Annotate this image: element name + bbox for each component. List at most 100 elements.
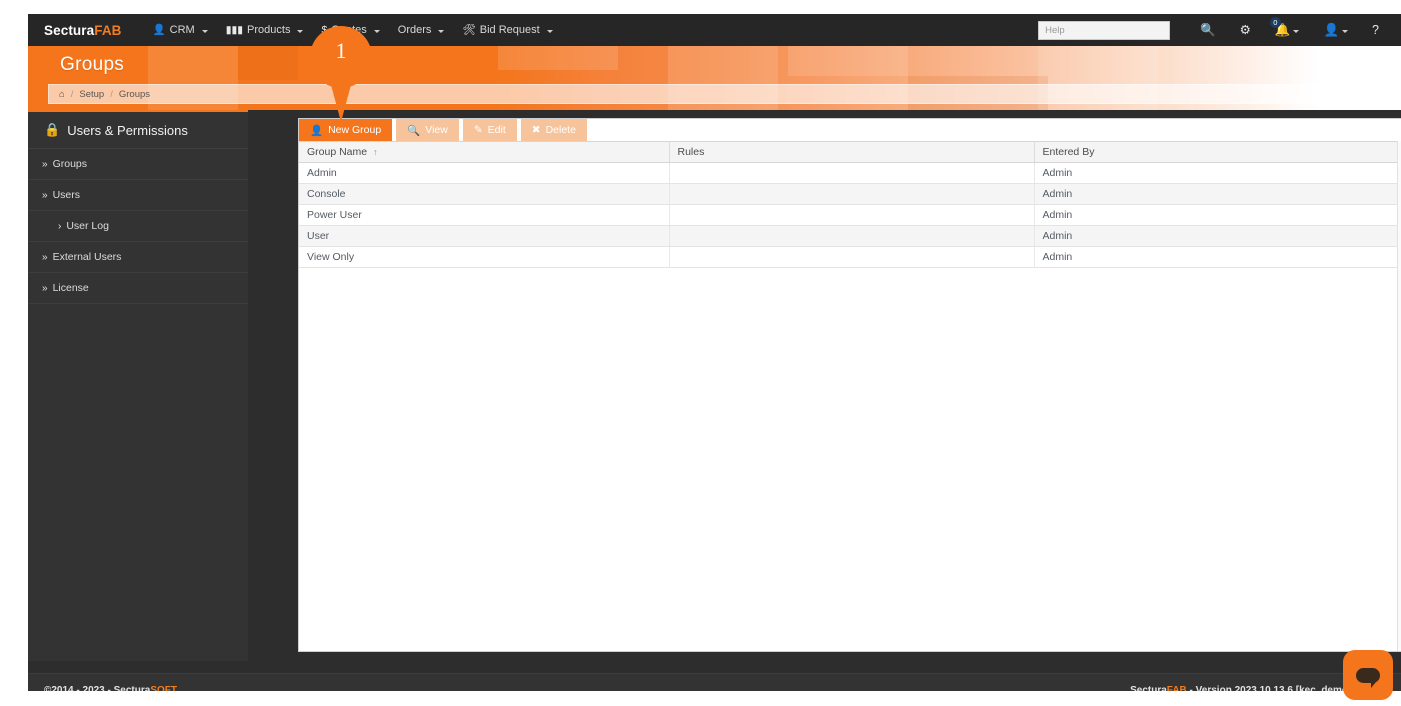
chevron-down-icon — [438, 29, 445, 33]
view-button[interactable]: 🔍 View — [396, 119, 459, 141]
copyright-accent: SOFT — [150, 685, 177, 691]
cell-entered-by: Admin — [1034, 162, 1401, 184]
top-navbar: SecturaFAB 👤 CRM ▮▮▮ Products $ Quotes O… — [28, 14, 1401, 46]
chevron-right-icon: › — [58, 220, 62, 232]
gear-icon[interactable]: ⚙ — [1228, 24, 1263, 37]
page-banner: Groups ⌂ / Setup / Groups — [28, 46, 1401, 110]
nav-item-crm[interactable]: 👤 CRM — [144, 19, 217, 41]
cell-entered-by: Admin — [1034, 225, 1401, 247]
sidebar-item-user-log[interactable]: › User Log — [28, 211, 248, 242]
nav-item-orders[interactable]: Orders — [389, 19, 454, 41]
delete-button[interactable]: ✖ Delete — [520, 119, 587, 141]
table-row[interactable]: User Admin — [299, 225, 1401, 247]
new-group-button-label: New Group — [328, 124, 382, 136]
nav-item-products[interactable]: ▮▮▮ Products — [217, 19, 313, 41]
brand-logo[interactable]: SecturaFAB — [44, 23, 122, 38]
double-chevron-right-icon: » — [42, 282, 47, 294]
chevron-down-icon — [1342, 29, 1349, 33]
chevron-down-icon — [297, 29, 304, 33]
table-header-row: Group Name ↑ Rules Entered By — [299, 141, 1401, 163]
nav-item-orders-label: Orders — [397, 24, 432, 36]
chevron-down-icon — [201, 29, 208, 33]
double-chevron-right-icon: » — [42, 251, 47, 263]
table-row[interactable]: Console Admin — [299, 183, 1401, 205]
nav-item-quotes[interactable]: $ Quotes — [312, 19, 388, 41]
breadcrumb-separator: / — [110, 88, 113, 100]
sidebar-item-license-label: License — [52, 282, 89, 294]
sidebar-item-users[interactable]: » Users — [28, 180, 248, 211]
grid-vertical-scrollbar[interactable]: ▲ ▼ — [1397, 141, 1401, 651]
cell-group-name: Power User — [299, 204, 670, 226]
table-row[interactable]: View Only Admin — [299, 246, 1401, 268]
cell-entered-by: Admin — [1034, 183, 1401, 205]
table-row[interactable]: Power User Admin — [299, 204, 1401, 226]
column-header-group-name[interactable]: Group Name ↑ — [299, 141, 670, 163]
view-button-label: View — [425, 124, 448, 136]
breadcrumb-separator: / — [70, 88, 74, 100]
sidebar-header: 🔒 Users & Permissions — [28, 112, 248, 149]
brand-prefix: Sectura — [44, 22, 95, 38]
sidebar-item-users-label: Users — [52, 189, 80, 201]
sidebar: 🔒 Users & Permissions » Groups » Users ›… — [28, 110, 248, 661]
sidebar-item-external-users[interactable]: » External Users — [28, 242, 248, 273]
sidebar-item-user-log-label: User Log — [66, 220, 109, 232]
add-user-icon: 👤 — [310, 124, 324, 137]
breadcrumb-item-setup[interactable]: Setup — [79, 89, 104, 100]
groups-grid: Group Name ↑ Rules Entered By Admin Admi… — [299, 141, 1401, 651]
page-title: Groups — [60, 54, 125, 75]
cell-group-name: Console — [299, 183, 670, 205]
sidebar-item-external-users-label: External Users — [52, 251, 122, 263]
chevron-down-icon — [546, 29, 553, 33]
home-icon[interactable]: ⌂ — [59, 89, 65, 100]
sort-ascending-icon: ↑ — [373, 147, 378, 157]
version-brand-accent: FAB — [1166, 685, 1187, 691]
column-header-rules[interactable]: Rules — [669, 141, 1035, 163]
help-search-input[interactable] — [1038, 20, 1171, 40]
chat-bubble-button[interactable] — [1343, 650, 1393, 700]
breadcrumb: ⌂ / Setup / Groups — [48, 84, 1384, 104]
groups-table: Group Name ↑ Rules Entered By Admin Admi… — [299, 141, 1401, 268]
sidebar-item-groups[interactable]: » Groups — [28, 149, 248, 180]
wrench-icon: 🛠 — [462, 23, 476, 36]
double-chevron-right-icon: » — [42, 189, 47, 201]
chevron-down-icon — [373, 29, 380, 33]
table-body: Admin Admin Console Admin Power User Adm… — [299, 162, 1401, 268]
table-row[interactable]: Admin Admin — [299, 162, 1401, 184]
nav-item-bid-request-label: Bid Request — [479, 24, 540, 36]
application-window: SecturaFAB 👤 CRM ▮▮▮ Products $ Quotes O… — [28, 14, 1401, 691]
search-icon[interactable]: 🔍 — [1188, 24, 1228, 37]
page-root: SecturaFAB 👤 CRM ▮▮▮ Products $ Quotes O… — [0, 0, 1401, 706]
sidebar-item-license[interactable]: » License — [28, 273, 248, 304]
brand-suffix: FAB — [94, 22, 122, 38]
breadcrumb-item-groups[interactable]: Groups — [119, 89, 150, 100]
cell-rules — [669, 204, 1035, 226]
edit-button[interactable]: ✎ Edit — [462, 119, 517, 141]
user-icon: 👤 — [152, 23, 166, 36]
nav-item-bid-request[interactable]: 🛠 Bid Request — [453, 19, 561, 41]
delete-button-label: Delete — [545, 124, 576, 136]
sidebar-header-label: Users & Permissions — [67, 122, 188, 138]
edit-button-label: Edit — [487, 124, 506, 136]
content-area: 👤 New Group 🔍 View ✎ Edit ✖ Delete Group… — [270, 110, 1401, 661]
nav-item-quotes-label: Quotes — [331, 24, 367, 36]
magnifier-icon: 🔍 — [407, 124, 421, 137]
version-brand-prefix: Sectura — [1130, 685, 1167, 691]
sidebar-item-groups-label: Groups — [52, 158, 87, 170]
cell-rules — [669, 183, 1035, 205]
cell-entered-by: Admin — [1034, 246, 1401, 268]
cell-rules — [669, 162, 1035, 184]
copyright-text: ©2014 - 2023 - SecturaSOFT — [44, 685, 177, 691]
user-account-icon[interactable]: 👤 — [1311, 24, 1360, 37]
notifications-bell-icon[interactable]: 0 🔔 — [1263, 16, 1312, 37]
nav-item-products-label: Products — [247, 24, 291, 36]
chevron-down-icon — [1293, 29, 1300, 33]
column-header-entered-by-label: Entered By — [1042, 146, 1095, 158]
new-group-button[interactable]: 👤 New Group — [299, 119, 393, 141]
dollar-icon: $ — [321, 23, 328, 36]
column-header-entered-by[interactable]: Entered By — [1034, 141, 1401, 163]
cell-group-name: Admin — [299, 162, 670, 184]
cell-rules — [669, 225, 1035, 247]
help-question-icon[interactable]: ? — [1360, 24, 1391, 37]
column-header-rules-label: Rules — [677, 146, 705, 158]
close-x-icon: ✖ — [531, 124, 541, 136]
